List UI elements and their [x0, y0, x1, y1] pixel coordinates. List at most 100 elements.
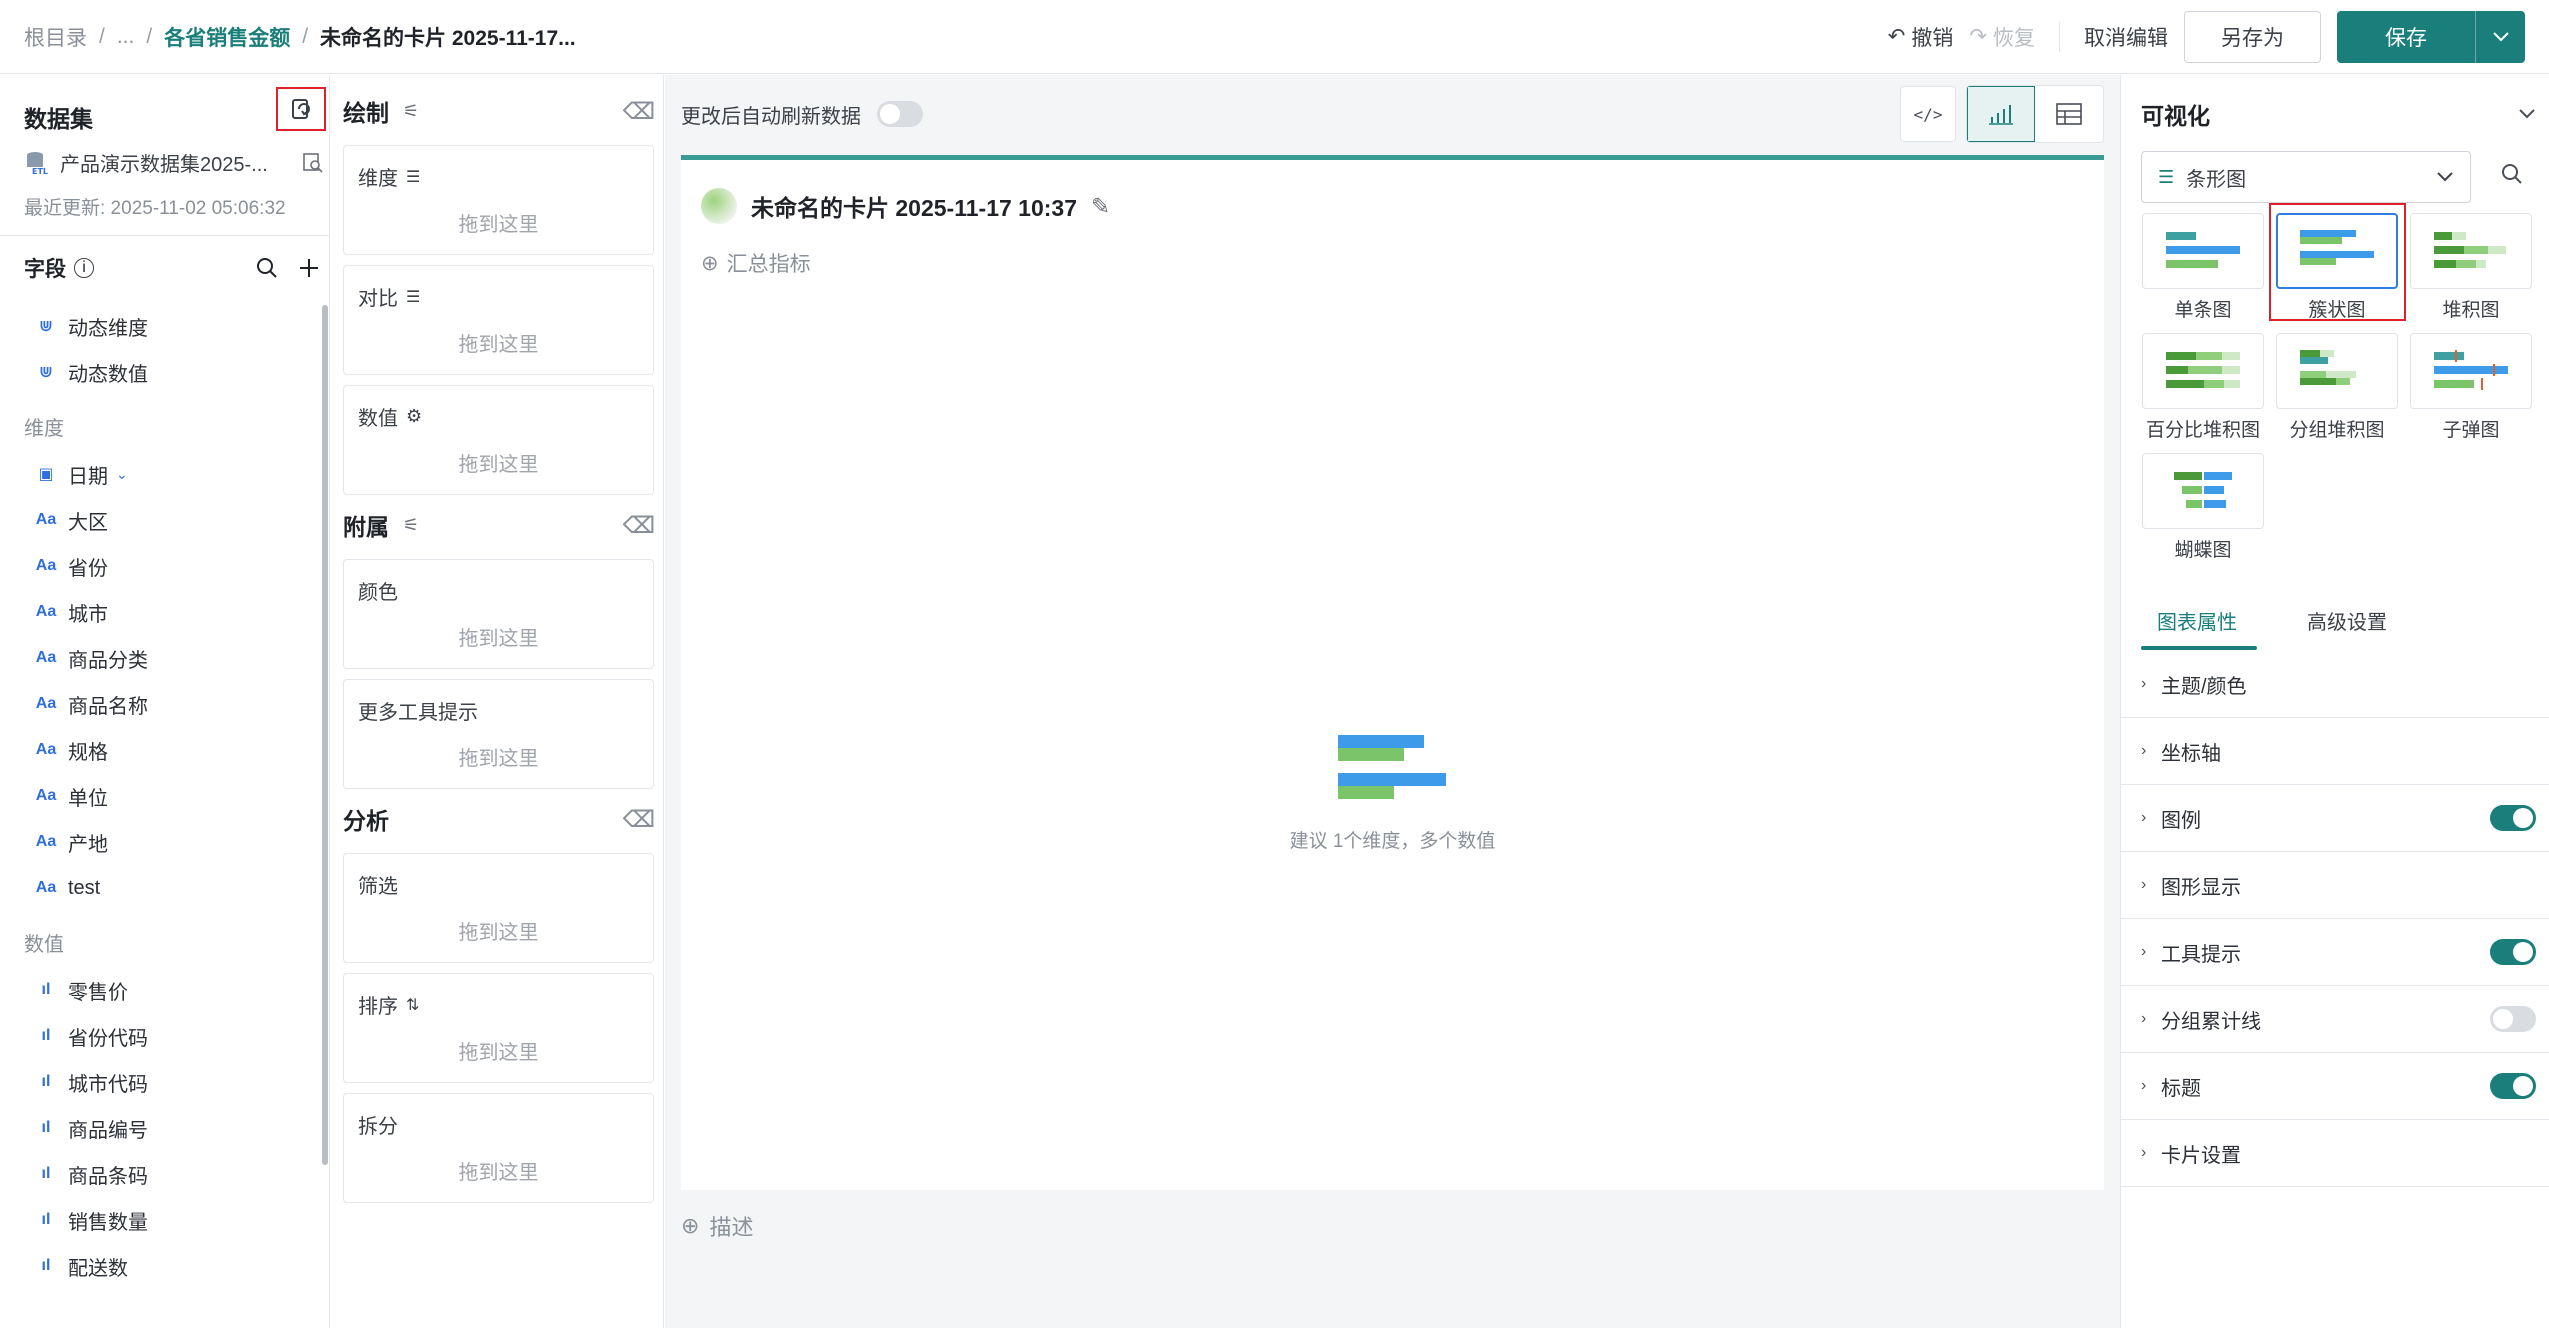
- card-title[interactable]: 未命名的卡片 2025-11-17 10:37: [751, 189, 1077, 223]
- eraser-icon[interactable]: ⌫: [622, 806, 655, 833]
- chart-type-label: 堆积图: [2442, 300, 2500, 321]
- prop-label: 主题/颜色: [2161, 675, 2247, 698]
- add-summary-button[interactable]: ⊕ 汇总指标: [701, 248, 811, 278]
- tab-chart-properties[interactable]: 图表属性: [2141, 590, 2257, 650]
- list-icon: ☰: [406, 288, 421, 306]
- redo-button[interactable]: ↷ 恢复: [1969, 22, 2035, 52]
- value-slot[interactable]: 数值 ⚙ 拖到这里: [343, 385, 654, 495]
- settings-tune-icon[interactable]: ⚟: [403, 101, 419, 122]
- field-label: test: [68, 876, 101, 899]
- cumulative-line-toggle[interactable]: [2490, 1006, 2536, 1032]
- add-circle-icon: ⊕: [701, 251, 719, 275]
- field-item-retail-price[interactable]: ıl 零售价: [0, 967, 320, 1013]
- code-view-button[interactable]: </>: [1900, 86, 1956, 142]
- filter-slot[interactable]: 筛选 拖到这里: [343, 853, 654, 963]
- compare-slot[interactable]: 对比 ☰ 拖到这里: [343, 265, 654, 375]
- prop-label: 卡片设置: [2161, 1144, 2241, 1167]
- tooltip-toggle[interactable]: [2490, 939, 2536, 965]
- add-description-button[interactable]: ⊕ 描述: [681, 1210, 753, 1242]
- chart-view-button[interactable]: [1967, 86, 2035, 142]
- chart-type-label: 分组堆积图: [2289, 420, 2385, 441]
- slot-label: 对比: [358, 288, 398, 310]
- field-label: 销售数量: [68, 1211, 148, 1234]
- field-item-dynamic-dimension[interactable]: ⋓ 动态维度: [0, 303, 320, 349]
- chart-type-percent-stacked-bar[interactable]: 百分比堆积图: [2141, 333, 2265, 442]
- tooltip-slot[interactable]: 更多工具提示 拖到这里: [343, 679, 654, 789]
- save-dropdown-button[interactable]: [2475, 10, 2525, 63]
- field-item-province-code[interactable]: ıl 省份代码: [0, 1013, 320, 1059]
- chevron-down-icon[interactable]: [2518, 108, 2536, 120]
- legend-toggle[interactable]: [2490, 805, 2536, 831]
- drop-hint: 拖到这里: [458, 334, 539, 356]
- chart-type-single-bar[interactable]: 单条图: [2141, 213, 2265, 322]
- prop-shape-display[interactable]: › 图形显示: [2121, 852, 2549, 919]
- field-item-region[interactable]: Aa 大区: [0, 497, 320, 543]
- info-icon[interactable]: i: [74, 258, 94, 278]
- undo-button[interactable]: ↶ 撤销: [1888, 22, 1954, 52]
- split-slot[interactable]: 拆分 拖到这里: [343, 1093, 654, 1203]
- table-view-button[interactable]: [2035, 86, 2103, 142]
- chart-type-butterfly[interactable]: 蝴蝶图: [2141, 453, 2265, 562]
- title-toggle[interactable]: [2490, 1073, 2536, 1099]
- chart-type-grouped-stacked-bar[interactable]: 分组堆积图: [2275, 333, 2399, 442]
- save-as-button[interactable]: 另存为: [2184, 10, 2321, 63]
- auto-refresh-toggle[interactable]: [877, 101, 923, 127]
- field-item-product-name[interactable]: Aa 商品名称: [0, 681, 320, 727]
- add-icon[interactable]: [298, 257, 320, 279]
- prop-tooltip[interactable]: › 工具提示: [2121, 919, 2549, 986]
- prop-theme-color[interactable]: › 主题/颜色: [2121, 651, 2549, 718]
- field-item-product-id[interactable]: ıl 商品编号: [0, 1105, 320, 1151]
- chart-type-bullet[interactable]: 子弹图: [2409, 333, 2533, 442]
- sort-slot[interactable]: 排序 ⇅ 拖到这里: [343, 973, 654, 1083]
- prop-card-settings[interactable]: › 卡片设置: [2121, 1120, 2549, 1187]
- prop-legend[interactable]: › 图例: [2121, 785, 2549, 852]
- text-field-icon: Aa: [35, 833, 57, 850]
- breadcrumb-dashboard[interactable]: 各省销售金额: [164, 22, 290, 52]
- prop-title[interactable]: › 标题: [2121, 1053, 2549, 1120]
- field-item-province[interactable]: Aa 省份: [0, 543, 320, 589]
- measure-icon: ıl: [41, 1257, 51, 1274]
- code-icon: </>: [1913, 104, 1943, 124]
- color-slot[interactable]: 颜色 拖到这里: [343, 559, 654, 669]
- field-item-spec[interactable]: Aa 规格: [0, 727, 320, 773]
- field-item-city[interactable]: Aa 城市: [0, 589, 320, 635]
- settings-tune-icon[interactable]: ⚟: [403, 515, 419, 536]
- chart-type-select[interactable]: ☰ 条形图: [2141, 151, 2471, 203]
- refresh-icon: [292, 99, 310, 119]
- field-item-dynamic-measure[interactable]: ⋓ 动态数值: [0, 349, 320, 395]
- field-item-test[interactable]: Aa test: [0, 865, 320, 911]
- field-label: 零售价: [68, 981, 128, 1004]
- dynamic-dimension-icon: ⋓: [39, 318, 53, 335]
- field-item-barcode[interactable]: ıl 商品条码: [0, 1151, 320, 1197]
- field-item-city-code[interactable]: ıl 城市代码: [0, 1059, 320, 1105]
- eraser-icon[interactable]: ⌫: [622, 98, 655, 125]
- edit-icon[interactable]: ✎: [1091, 193, 1110, 220]
- prop-group-cumulative-line[interactable]: › 分组累计线: [2121, 986, 2549, 1053]
- prop-axis[interactable]: › 坐标轴: [2121, 718, 2549, 785]
- dimension-slot[interactable]: 维度 ☰ 拖到这里: [343, 145, 654, 255]
- field-item-origin[interactable]: Aa 产地: [0, 819, 320, 865]
- measure-group-label: 数值: [24, 933, 64, 956]
- field-item-date[interactable]: ▣ 日期 ⌄: [0, 451, 320, 497]
- tab-advanced-settings[interactable]: 高级设置: [2307, 590, 2387, 650]
- search-icon[interactable]: [256, 257, 278, 279]
- field-list-scrollbar[interactable]: [322, 305, 328, 1165]
- eraser-icon[interactable]: ⌫: [622, 512, 655, 539]
- chevron-down-icon[interactable]: ⌄: [116, 466, 128, 483]
- field-item-category[interactable]: Aa 商品分类: [0, 635, 320, 681]
- breadcrumb-root[interactable]: 根目录: [24, 22, 87, 52]
- preview-icon[interactable]: [302, 152, 324, 174]
- gear-icon[interactable]: ⚙: [406, 406, 422, 427]
- text-field-icon: Aa: [35, 695, 57, 712]
- search-icon[interactable]: [2501, 163, 2523, 185]
- field-item-delivery[interactable]: ıl 配送数: [0, 1243, 320, 1289]
- save-button[interactable]: 保存: [2337, 22, 2475, 52]
- dataset-selector[interactable]: ETL 产品演示数据集2025-...: [24, 148, 324, 177]
- field-item-sales-qty[interactable]: ıl 销售数量: [0, 1197, 320, 1243]
- breadcrumb-ellipsis[interactable]: ...: [117, 25, 135, 49]
- sort-icon[interactable]: ⇅: [406, 995, 419, 1015]
- chart-type-stacked-bar[interactable]: 堆积图: [2409, 213, 2533, 322]
- field-item-unit[interactable]: Aa 单位: [0, 773, 320, 819]
- cancel-edit-button[interactable]: 取消编辑: [2084, 22, 2168, 52]
- refresh-dataset-button[interactable]: [276, 87, 326, 131]
